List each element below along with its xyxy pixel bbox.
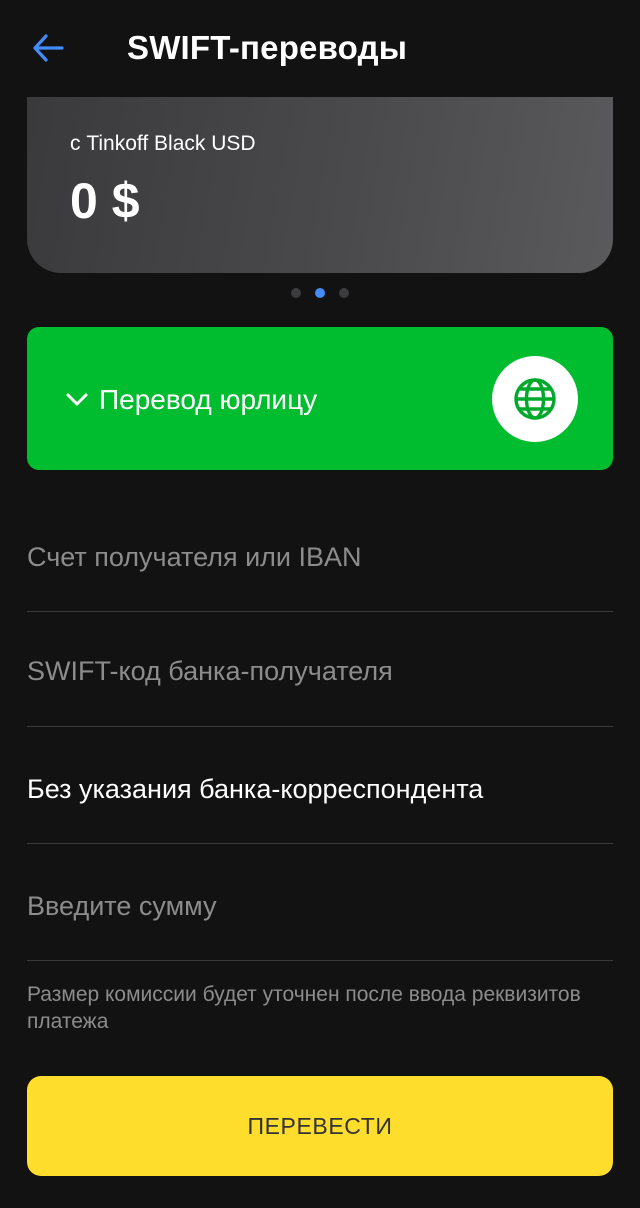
swift-code-field[interactable]: SWIFT-код банка-получателя xyxy=(27,612,613,727)
back-button[interactable] xyxy=(22,22,74,74)
recipient-account-placeholder: Счет получателя или IBAN xyxy=(27,542,362,572)
transfer-type-label: Перевод юрлицу xyxy=(99,384,318,415)
arrow-left-icon xyxy=(33,34,64,62)
transfer-button-label: ПЕРЕВЕСТИ xyxy=(247,1113,393,1139)
pager-dot[interactable] xyxy=(339,288,349,298)
pager-dot-active[interactable] xyxy=(315,288,325,298)
correspondent-bank-selector[interactable]: Без указания банка-корреспондента xyxy=(27,727,613,844)
globe-badge xyxy=(492,356,578,442)
amount-field[interactable]: Введите сумму xyxy=(27,844,613,961)
account-card[interactable]: с Tinkoff Black USD 0 $ xyxy=(27,97,613,273)
transfer-button[interactable]: ПЕРЕВЕСТИ xyxy=(27,1076,613,1176)
swift-code-placeholder: SWIFT-код банка-получателя xyxy=(27,656,393,686)
card-pager xyxy=(0,288,640,298)
top-bar: SWIFT-переводы xyxy=(0,0,640,96)
account-name: с Tinkoff Black USD xyxy=(70,132,256,155)
transfer-type-selector[interactable]: Перевод юрлицу xyxy=(27,327,613,470)
recipient-account-field[interactable]: Счет получателя или IBAN xyxy=(27,500,613,612)
commission-hint: Размер комиссии будет уточнен после ввод… xyxy=(27,983,581,1033)
globe-icon xyxy=(514,378,556,420)
account-balance: 0 $ xyxy=(70,173,140,229)
screen: SWIFT-переводы с Tinkoff Black USD 0 $ П… xyxy=(0,0,640,1208)
pager-dot[interactable] xyxy=(291,288,301,298)
page-title: SWIFT-переводы xyxy=(127,29,408,66)
chevron-down-icon xyxy=(66,393,88,406)
correspondent-bank-value: Без указания банка-корреспондента xyxy=(27,774,484,804)
amount-placeholder: Введите сумму xyxy=(27,891,217,921)
